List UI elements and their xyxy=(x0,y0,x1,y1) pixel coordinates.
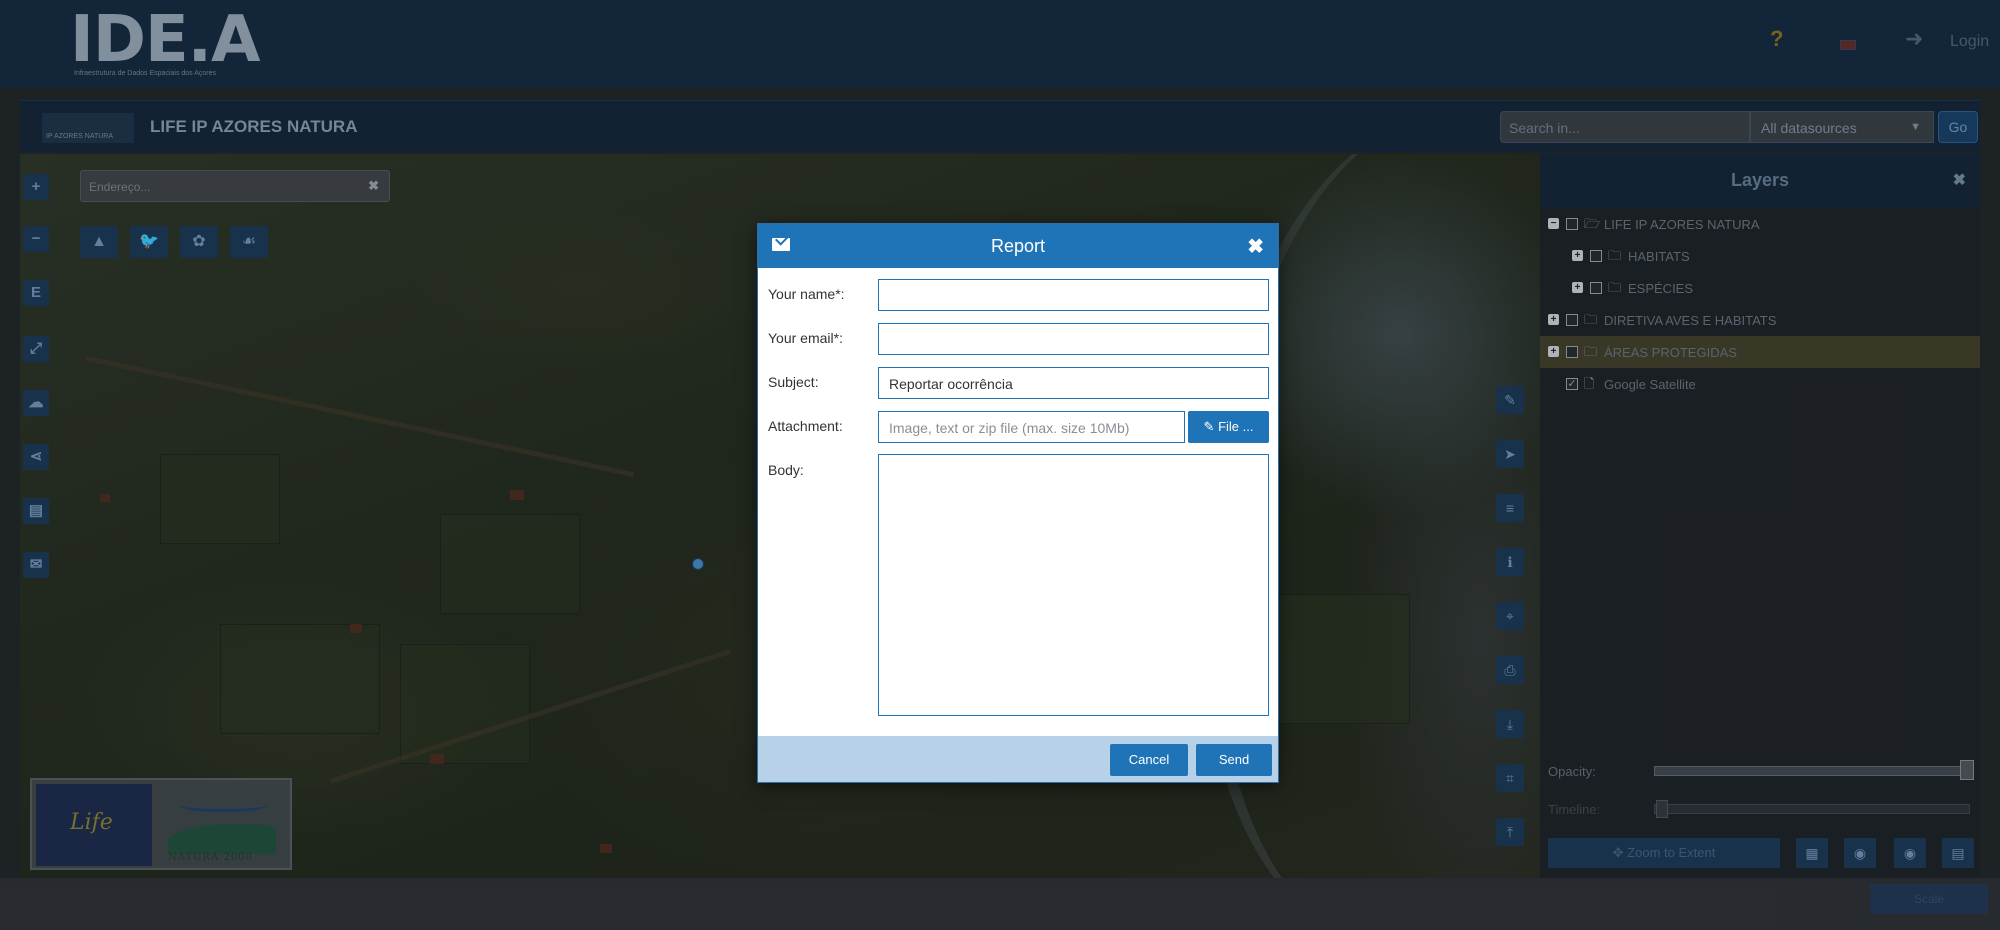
email-field[interactable] xyxy=(878,323,1269,355)
attachment-field[interactable]: Image, text or zip file (max. size 10Mb) xyxy=(878,411,1185,443)
file-picker-button[interactable]: ✎ File ... xyxy=(1188,411,1269,443)
cancel-button[interactable]: Cancel xyxy=(1110,744,1188,776)
report-dialog-footer: Cancel Send xyxy=(758,736,1278,782)
body-textarea[interactable] xyxy=(878,454,1269,716)
body-label: Body: xyxy=(768,462,804,478)
attachment-label: Attachment: xyxy=(768,418,843,434)
file-button-label: File ... xyxy=(1218,419,1254,434)
report-dialog-header: Report ✖ xyxy=(758,224,1278,268)
name-field[interactable] xyxy=(878,279,1269,311)
report-dialog-title: Report xyxy=(990,236,1046,256)
report-dialog: Report ✖ Your name*: Your email*: Subjec… xyxy=(757,223,1279,783)
close-icon[interactable]: ✖ xyxy=(1247,234,1264,259)
subject-label: Subject: xyxy=(768,374,819,390)
send-button[interactable]: Send xyxy=(1196,744,1272,776)
subject-field[interactable]: Reportar ocorrência xyxy=(878,367,1269,399)
app-root: IDE.A Infraestrutura de Dados Espaciais … xyxy=(0,0,2000,930)
paperclip-icon: ✎ xyxy=(1203,419,1215,434)
name-label: Your name*: xyxy=(768,286,845,302)
email-label: Your email*: xyxy=(768,330,843,346)
